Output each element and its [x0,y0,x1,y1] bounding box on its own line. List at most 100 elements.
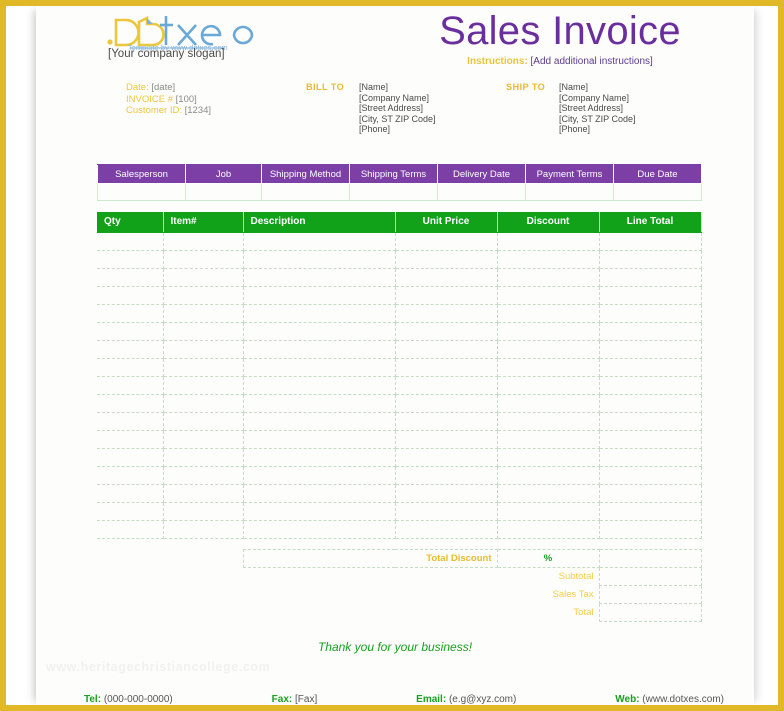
info-cell-shipping-method[interactable] [261,183,350,201]
items-cell-discount[interactable] [497,502,600,521]
sales-tax-value[interactable] [598,585,702,604]
items-cell-description[interactable] [243,430,396,449]
items-cell-line-total[interactable] [599,376,702,395]
items-cell-unit-price[interactable] [395,484,498,503]
bill-to-lines[interactable]: [Name] [Company Name] [Street Address] [… [359,82,436,135]
items-cell-unit-price[interactable] [395,376,498,395]
total-value[interactable] [598,603,702,622]
items-cell-line-total[interactable] [599,304,702,323]
items-cell-discount[interactable] [497,322,600,341]
items-cell-description[interactable] [243,322,396,341]
items-cell-description[interactable] [243,358,396,377]
items-cell-description[interactable] [243,502,396,521]
items-cell-unit-price[interactable] [395,430,498,449]
items-cell-item-number[interactable] [163,304,244,323]
items-cell-item-number[interactable] [163,322,244,341]
items-cell-item-number[interactable] [163,448,244,467]
items-cell-qty[interactable] [97,502,164,521]
items-cell-discount[interactable] [497,304,600,323]
items-cell-description[interactable] [243,466,396,485]
items-cell-line-total[interactable] [599,394,702,413]
items-cell-item-number[interactable] [163,484,244,503]
info-cell-job[interactable] [185,183,262,201]
items-cell-item-number[interactable] [163,394,244,413]
items-cell-description[interactable] [243,250,396,269]
items-cell-discount[interactable] [497,520,600,539]
items-cell-qty[interactable] [97,430,164,449]
items-cell-discount[interactable] [497,340,600,359]
items-cell-line-total[interactable] [599,268,702,287]
items-cell-line-total[interactable] [599,520,702,539]
meta-value-date[interactable]: [date] [151,82,175,93]
items-cell-unit-price[interactable] [395,412,498,431]
items-cell-line-total[interactable] [599,286,702,305]
items-cell-item-number[interactable] [163,250,244,269]
items-cell-unit-price[interactable] [395,250,498,269]
items-cell-discount[interactable] [497,484,600,503]
items-cell-unit-price[interactable] [395,232,498,251]
items-cell-discount[interactable] [497,250,600,269]
items-cell-item-number[interactable] [163,430,244,449]
items-cell-description[interactable] [243,376,396,395]
items-cell-discount[interactable] [497,430,600,449]
ship-to-lines[interactable]: [Name] [Company Name] [Street Address] [… [559,82,636,135]
items-cell-qty[interactable] [97,250,164,269]
items-cell-unit-price[interactable] [395,520,498,539]
items-cell-item-number[interactable] [163,232,244,251]
items-cell-discount[interactable] [497,448,600,467]
items-cell-qty[interactable] [97,448,164,467]
items-cell-qty[interactable] [97,268,164,287]
items-cell-description[interactable] [243,448,396,467]
items-cell-line-total[interactable] [599,502,702,521]
items-cell-item-number[interactable] [163,340,244,359]
items-cell-qty[interactable] [97,358,164,377]
items-cell-discount[interactable] [497,394,600,413]
items-cell-description[interactable] [243,520,396,539]
total-discount-value[interactable] [598,549,702,568]
items-cell-description[interactable] [243,304,396,323]
items-cell-qty[interactable] [97,484,164,503]
items-cell-discount[interactable] [497,466,600,485]
items-cell-unit-price[interactable] [395,502,498,521]
meta-value-customer-id[interactable]: [1234] [185,105,211,116]
items-cell-discount[interactable] [497,286,600,305]
items-cell-qty[interactable] [97,286,164,305]
items-cell-qty[interactable] [97,394,164,413]
items-cell-item-number[interactable] [163,358,244,377]
items-cell-qty[interactable] [97,376,164,395]
items-cell-line-total[interactable] [599,448,702,467]
items-cell-item-number[interactable] [163,376,244,395]
items-cell-description[interactable] [243,232,396,251]
items-cell-unit-price[interactable] [395,304,498,323]
items-cell-item-number[interactable] [163,520,244,539]
items-cell-qty[interactable] [97,412,164,431]
items-cell-item-number[interactable] [163,502,244,521]
meta-value-invoice-number[interactable]: [100] [176,94,197,105]
items-cell-line-total[interactable] [599,232,702,251]
items-cell-unit-price[interactable] [395,286,498,305]
items-cell-unit-price[interactable] [395,394,498,413]
items-cell-item-number[interactable] [163,466,244,485]
info-cell-due-date[interactable] [613,183,702,201]
items-cell-line-total[interactable] [599,358,702,377]
items-cell-line-total[interactable] [599,340,702,359]
subtotal-value[interactable] [598,567,702,586]
items-cell-item-number[interactable] [163,268,244,287]
items-cell-unit-price[interactable] [395,268,498,287]
info-cell-delivery-date[interactable] [437,183,526,201]
info-cell-salesperson[interactable] [97,183,186,201]
items-cell-item-number[interactable] [163,412,244,431]
items-cell-discount[interactable] [497,358,600,377]
items-cell-description[interactable] [243,484,396,503]
info-cell-payment-terms[interactable] [525,183,614,201]
items-cell-qty[interactable] [97,232,164,251]
items-cell-item-number[interactable] [163,286,244,305]
items-cell-description[interactable] [243,286,396,305]
info-cell-shipping-terms[interactable] [349,183,438,201]
items-cell-line-total[interactable] [599,322,702,341]
items-cell-line-total[interactable] [599,412,702,431]
items-cell-description[interactable] [243,394,396,413]
items-cell-unit-price[interactable] [395,448,498,467]
items-cell-discount[interactable] [497,376,600,395]
items-cell-qty[interactable] [97,304,164,323]
